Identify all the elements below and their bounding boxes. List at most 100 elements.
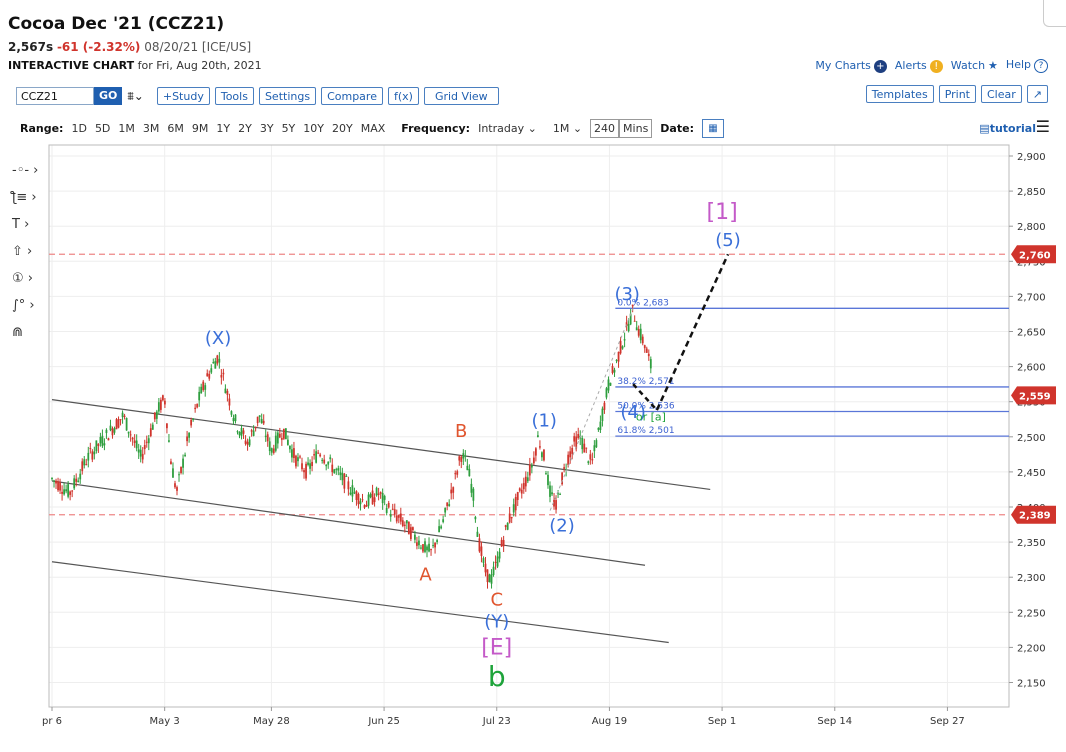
candle [51,477,53,481]
candle-body [573,436,576,442]
candle-body [190,419,193,426]
candle [420,544,422,550]
candle-body [353,492,356,494]
candle [176,485,178,496]
candle [315,444,318,464]
candle [478,533,481,553]
candle-body [428,543,430,552]
candle [411,526,414,533]
candle-body [490,574,493,584]
candle [250,428,253,437]
candle [649,356,652,374]
candle-body [99,436,102,444]
candle-body [532,457,535,464]
candle [571,444,574,460]
candle [55,478,57,489]
candle [490,569,493,589]
candle-body [476,531,479,537]
candle-body [244,440,247,444]
candle-body [329,457,332,460]
price-tag: 2,760 [1011,245,1056,264]
candle-body [581,438,584,450]
candle-body [623,339,626,341]
candle-body [272,448,275,453]
candle-body [583,443,586,453]
candle-body [492,566,495,575]
candle-body [649,359,652,369]
fib-label: 61.8% 2,501 [617,426,674,436]
candle-body [69,491,72,495]
candle [498,548,501,563]
candle-body [488,574,491,583]
candle-body [121,412,124,418]
candle-body [637,328,640,336]
candle [214,357,217,369]
current-price-tag: 2,559 [1011,386,1056,405]
candle [174,480,176,489]
candle [276,430,279,449]
candle [293,441,295,463]
candle [353,487,356,495]
candle [369,492,372,499]
candle-body [256,416,259,424]
candle [305,461,307,481]
candle [119,419,122,426]
candle-body [224,388,227,394]
candle-body [315,451,318,463]
candle [551,485,553,497]
candle [549,481,551,503]
candle [609,382,612,386]
candle-body [567,454,570,465]
candle-body [226,390,229,395]
candle-body [129,434,132,436]
candle-body [61,491,63,494]
candle [393,503,396,518]
candle-body [186,436,188,442]
candle-body [609,382,612,386]
candle [488,573,491,583]
candle [599,415,602,434]
candle [53,479,55,488]
candle-body [63,489,65,495]
candle-body [516,491,519,501]
candle [129,430,132,442]
candle [407,521,410,535]
candle [424,538,426,554]
candle [141,447,144,464]
candle-body [371,490,374,505]
candle-body [399,513,402,522]
candle [236,430,239,435]
candle-body [617,351,620,362]
candle-body [194,407,197,410]
candle [113,426,116,435]
candle-body [508,513,511,523]
candle-body [627,324,630,332]
candle [109,419,112,432]
candle [198,386,201,407]
candle-body [182,458,184,468]
candle [216,354,219,366]
candle [59,478,61,494]
candle-body [496,556,499,567]
wave-label: [E] [481,635,512,660]
x-tick-label: Jun 25 [367,716,400,727]
candle [159,397,162,413]
candle-body [460,456,463,463]
wave-label: C [490,589,503,610]
candle [206,369,209,377]
wave-label: (1) [531,410,557,431]
candle-body [153,412,156,420]
chart-grid [49,145,1009,707]
candle-body [559,493,561,495]
candle [79,468,82,484]
candle-body [198,391,201,401]
candle-body [238,431,241,436]
candle [639,323,642,344]
candle-body [528,464,531,476]
candle-body [228,398,231,406]
candle [516,491,519,507]
wave-label: (2) [549,516,575,537]
candle [595,438,598,448]
candle-body [196,403,199,408]
candle [317,449,320,455]
